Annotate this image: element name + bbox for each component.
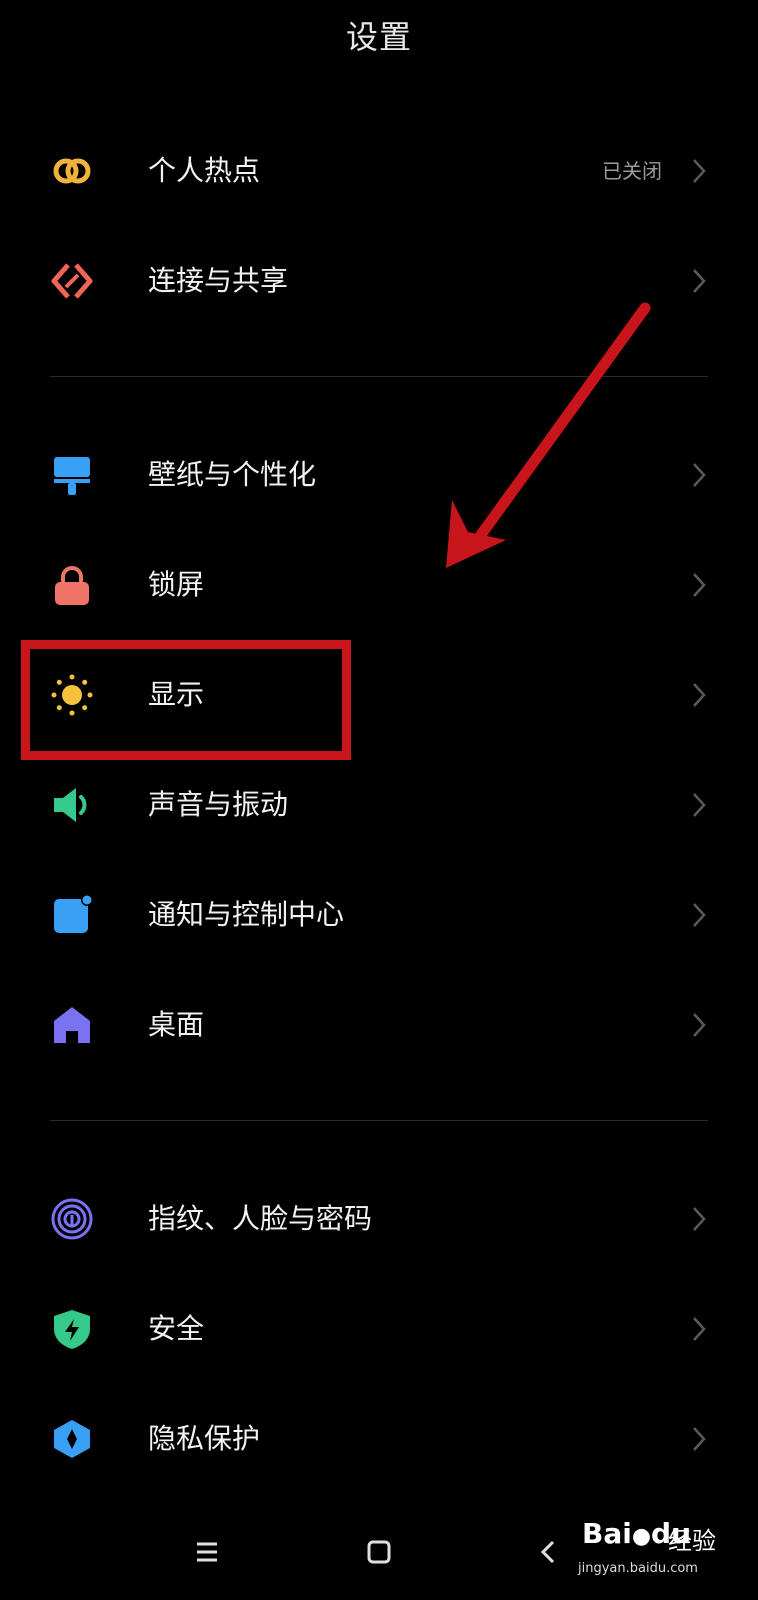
settings-item-label: 声音与振动 <box>148 788 289 821</box>
settings-item-desktop[interactable]: 桌面 <box>0 970 758 1080</box>
chevron-right-icon <box>684 570 714 600</box>
menu-icon[interactable] <box>185 1530 229 1574</box>
chevron-right-icon <box>684 460 714 490</box>
chevron-right-icon <box>684 1010 714 1040</box>
settings-item-hotspot[interactable]: 个人热点 已关闭 <box>0 116 758 226</box>
settings-item-label: 通知与控制中心 <box>148 898 345 931</box>
watermark-url: jingyan.baidu.com <box>578 1561 698 1576</box>
watermark-suffix: 经验 <box>668 1527 716 1555</box>
page-title: 设置 <box>345 18 412 56</box>
section-divider <box>50 1120 708 1121</box>
settings-item-notifications[interactable]: 通知与控制中心 <box>0 860 758 970</box>
settings-item-privacy[interactable]: 隐私保护 <box>0 1384 758 1494</box>
chevron-right-icon <box>684 156 714 186</box>
wallpaper-icon <box>50 453 94 497</box>
settings-item-label: 隐私保护 <box>148 1422 261 1455</box>
highlight-box <box>21 640 351 760</box>
settings-item-label: 个人热点 <box>148 154 261 187</box>
fingerprint-icon <box>50 1197 94 1241</box>
settings-item-value: 已关闭 <box>602 159 662 183</box>
connection-share-icon <box>50 259 94 303</box>
chevron-right-icon <box>684 900 714 930</box>
settings-item-label: 壁纸与个性化 <box>148 458 317 491</box>
annotation-arrow <box>446 302 651 568</box>
settings-item-label: 连接与共享 <box>148 264 289 297</box>
speaker-icon <box>50 783 94 827</box>
paw-icon: ● <box>631 1524 652 1549</box>
home-square-icon[interactable] <box>357 1530 401 1574</box>
home-icon <box>50 1003 94 1047</box>
chevron-right-icon <box>684 680 714 710</box>
lock-icon <box>50 563 94 607</box>
settings-item-security[interactable]: 安全 <box>0 1274 758 1384</box>
settings-item-label: 指纹、人脸与密码 <box>148 1202 373 1235</box>
hotspot-icon <box>50 149 94 193</box>
settings-item-fingerprint[interactable]: 指纹、人脸与密码 <box>0 1164 758 1274</box>
back-icon[interactable] <box>527 1530 571 1574</box>
settings-item-label: 安全 <box>148 1312 205 1345</box>
chevron-right-icon <box>684 266 714 296</box>
chevron-right-icon <box>684 1314 714 1344</box>
shield-icon <box>50 1307 94 1351</box>
settings-item-label: 桌面 <box>148 1008 205 1041</box>
chevron-right-icon <box>684 1424 714 1454</box>
settings-item-sound[interactable]: 声音与振动 <box>0 750 758 860</box>
baidu-watermark: Bai●du 经验 jingyan.baidu.com <box>570 1505 750 1595</box>
chevron-right-icon <box>684 790 714 820</box>
chevron-right-icon <box>684 1204 714 1234</box>
settings-item-label: 锁屏 <box>148 568 205 601</box>
notification-icon <box>50 893 94 937</box>
privacy-icon <box>50 1417 94 1461</box>
